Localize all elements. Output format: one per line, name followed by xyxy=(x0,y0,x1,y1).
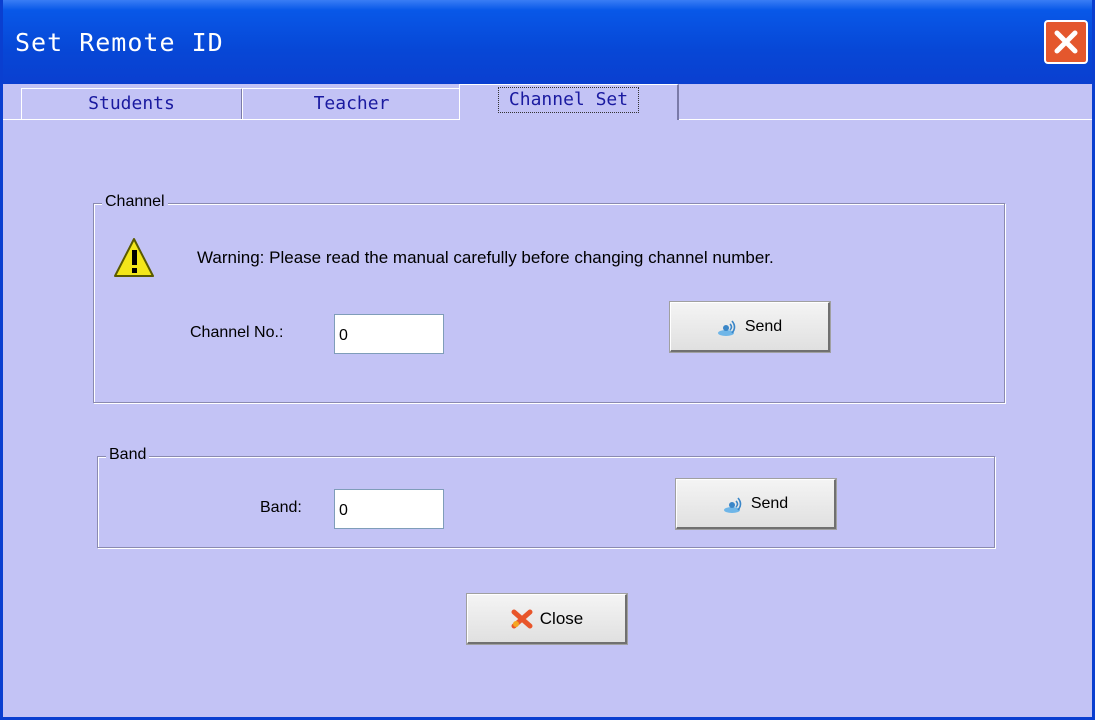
window-title: Set Remote ID xyxy=(15,28,224,57)
dialog-window: Set Remote ID Students Teacher Channel S… xyxy=(0,0,1095,720)
warning-text: Warning: Please read the manual carefull… xyxy=(197,248,774,267)
band-input[interactable] xyxy=(334,489,444,529)
close-button[interactable]: Close xyxy=(467,594,627,644)
tab-channel-set[interactable]: Channel Set xyxy=(459,84,679,120)
tab-strip: Students Teacher Channel Set xyxy=(3,84,1092,120)
band-group-legend: Band xyxy=(106,446,150,464)
tab-students-label: Students xyxy=(88,93,175,114)
channel-send-button[interactable]: Send xyxy=(670,302,830,352)
close-button-label: Close xyxy=(539,608,584,628)
warning-icon xyxy=(114,238,154,277)
close-icon xyxy=(1054,30,1078,54)
tab-students[interactable]: Students xyxy=(21,88,243,120)
title-bar[interactable]: Set Remote ID xyxy=(3,0,1092,84)
channel-send-label: Send xyxy=(744,317,783,335)
band-send-button[interactable]: Send xyxy=(676,479,836,529)
band-label: Band: xyxy=(260,499,302,516)
close-window-button[interactable] xyxy=(1044,20,1088,64)
close-x-icon xyxy=(510,608,534,630)
band-send-label: Send xyxy=(750,494,789,512)
channel-group-legend: Channel xyxy=(102,193,168,211)
tab-channel-set-label: Channel Set xyxy=(497,87,640,113)
signal-icon xyxy=(723,493,745,515)
tab-teacher[interactable]: Teacher xyxy=(242,88,462,120)
signal-icon xyxy=(717,316,739,338)
channel-no-input[interactable] xyxy=(334,314,444,354)
channel-no-label: Channel No.: xyxy=(190,324,284,341)
band-group: Band Band: Send xyxy=(97,446,995,548)
tab-teacher-label: Teacher xyxy=(313,93,390,114)
channel-group: Channel Warning: Please read the manual … xyxy=(93,193,1005,403)
